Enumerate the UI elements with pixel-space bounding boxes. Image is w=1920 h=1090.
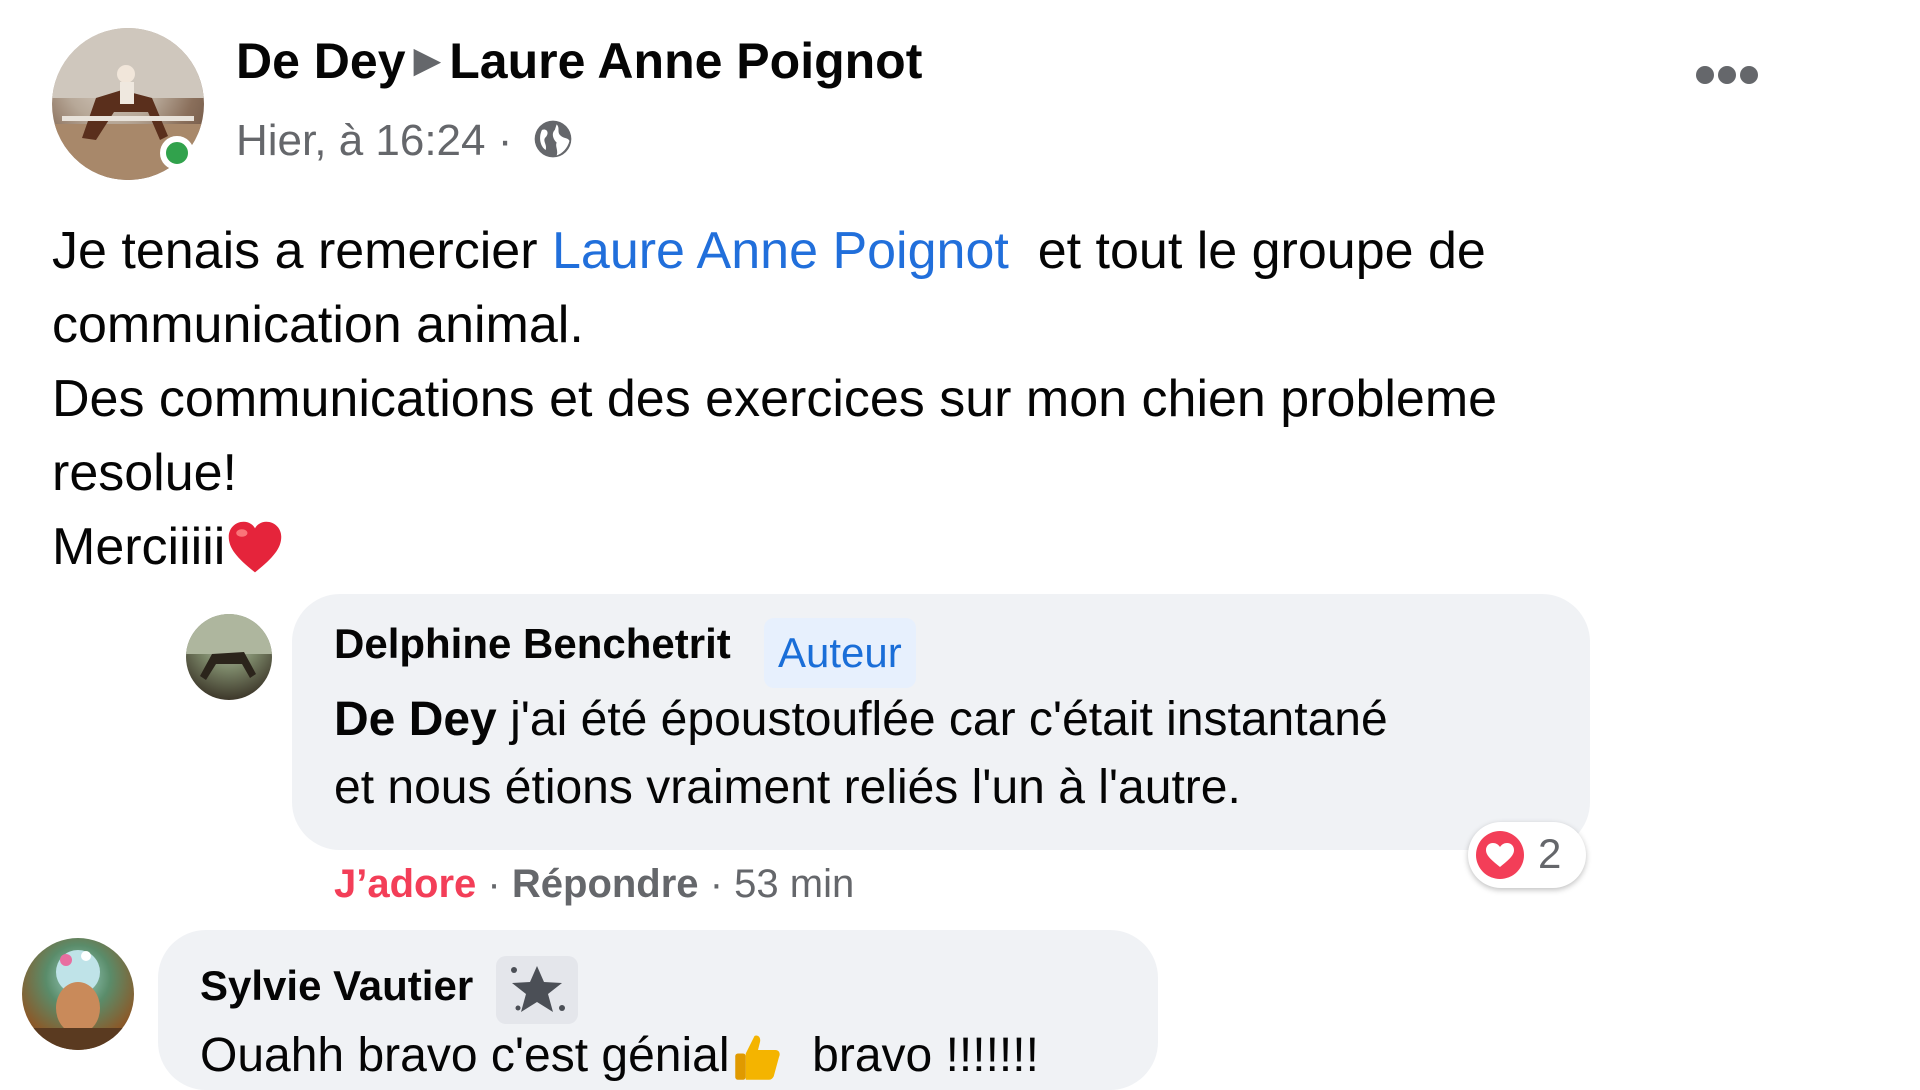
post-body-line: Merciiiii bbox=[52, 510, 1692, 584]
post-text: et tout le groupe de bbox=[1037, 222, 1486, 280]
action-separator: · bbox=[487, 862, 501, 906]
red-heart-emoji-icon bbox=[229, 521, 282, 573]
more-options-icon[interactable] bbox=[1696, 66, 1762, 88]
commenter-name[interactable]: Sylvie Vautier bbox=[200, 962, 473, 1010]
commenter-name[interactable]: Delphine Benchetrit bbox=[334, 620, 731, 668]
comment-text-line: et nous étions vraiment reliés l'un à l'… bbox=[334, 761, 1241, 814]
post-header: De Dey ▶ Laure Anne Poignot Hier, à 16:24 … bbox=[52, 28, 1852, 184]
comment-text: j'ai été époustouflée car c'était instan… bbox=[510, 693, 1388, 746]
post-body-line: Des communications et des exercices sur … bbox=[52, 370, 1498, 428]
comment-text: Ouahh bravo c'est génial bbox=[200, 1029, 730, 1082]
post-text: Je tenais a remercier bbox=[52, 222, 538, 280]
reply-button[interactable]: Répondre bbox=[512, 862, 699, 906]
commenter-avatar[interactable] bbox=[186, 614, 272, 700]
post-body-line: Je tenais a remercier Laure Anne Poignot… bbox=[52, 214, 1692, 288]
post-author-name[interactable]: De Dey bbox=[236, 33, 406, 89]
love-button[interactable]: J’adore bbox=[334, 862, 476, 906]
post-timestamp[interactable]: Hier, à 16:24 bbox=[236, 116, 486, 165]
commenter-avatar[interactable] bbox=[22, 938, 134, 1050]
post-author-line: De Dey ▶ Laure Anne Poignot bbox=[236, 32, 922, 90]
globe-icon bbox=[534, 120, 571, 158]
reaction-count: 2 bbox=[1538, 830, 1562, 877]
comment-text-line: De Dey j'ai été époustouflée car c'était… bbox=[334, 686, 1388, 754]
top-fan-badge bbox=[496, 956, 578, 1024]
mention-tag[interactable]: De Dey bbox=[334, 693, 497, 746]
meta-separator: · bbox=[497, 116, 513, 165]
post-meta: Hier, à 16:24 · bbox=[236, 116, 575, 166]
comment-text: bravo !!!!!!! bbox=[812, 1029, 1039, 1082]
comment-time[interactable]: 53 min bbox=[734, 862, 854, 906]
post-text: Merciiiii bbox=[52, 518, 226, 576]
online-status-indicator bbox=[160, 136, 194, 170]
share-arrow-icon: ▶ bbox=[413, 39, 442, 80]
author-badge: Auteur bbox=[764, 618, 916, 688]
thumbs-up-emoji-icon bbox=[734, 1035, 780, 1080]
comment-actions: J’adore · Répondre · 53 min bbox=[334, 862, 854, 907]
action-separator: · bbox=[709, 862, 724, 906]
love-reaction-icon bbox=[1476, 831, 1524, 879]
post-target-name[interactable]: Laure Anne Poignot bbox=[449, 33, 922, 89]
post-body-line: resolue! bbox=[52, 444, 237, 502]
mention-link[interactable]: Laure Anne Poignot bbox=[552, 222, 1009, 280]
top-fan-icon bbox=[511, 966, 565, 1012]
reaction-summary[interactable]: 2 bbox=[1468, 822, 1586, 888]
post-body: Je tenais a remercier Laure Anne Poignot… bbox=[52, 214, 1692, 584]
post-body-line: communication animal. bbox=[52, 296, 584, 354]
